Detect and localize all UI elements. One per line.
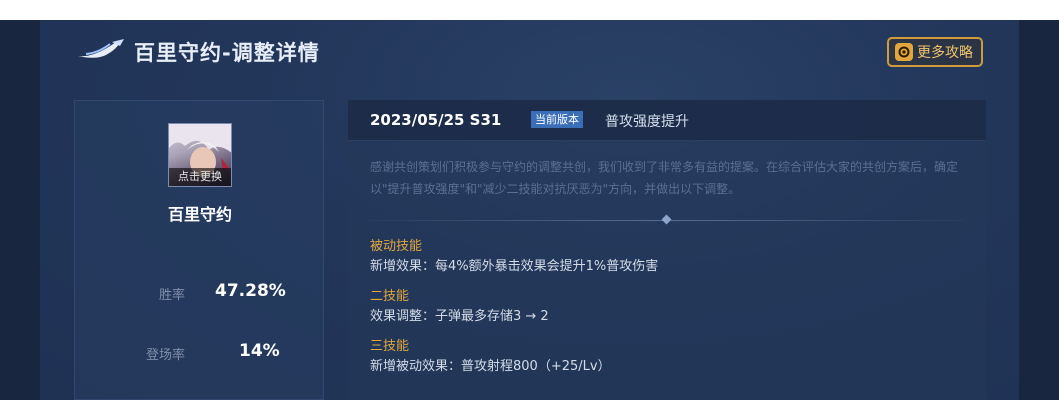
win-rate-value: 47.28%	[215, 281, 286, 301]
win-rate-label: 胜率	[159, 288, 186, 303]
version-header: 2023/05/25 S31 当前版本 普攻强度提升	[348, 100, 986, 141]
passive-skill-body: 新增效果：每4%额外暴击效果会提升1%普攻伤害	[370, 259, 659, 274]
hero-card: 点击更换 百里守约 胜率 47.28% 登场率 14%	[74, 100, 324, 400]
hero-avatar[interactable]: 点击更换	[168, 123, 232, 187]
version-date: 2023/05/25 S31	[370, 111, 502, 129]
hero-name: 百里守约	[167, 205, 232, 224]
change-summary-title: 普攻强度提升	[605, 114, 689, 130]
skill-3-body: 新增被动效果：普攻射程800（+25/Lv）	[370, 359, 611, 374]
section-divider	[370, 214, 964, 225]
skill-2-body: 效果调整：子弹最多存储3 → 2	[370, 309, 549, 324]
main-panel: 百里守约-调整详情 更多攻略 点击更换 百里守约 胜率 47.28% 登场率 1…	[40, 20, 1020, 400]
skill-2-title: 二技能	[370, 289, 410, 304]
more-strategy-button[interactable]: 更多攻略	[887, 37, 983, 67]
divider-diamond-icon	[661, 214, 672, 225]
more-strategy-label: 更多攻略	[917, 45, 973, 61]
pick-rate-value: 14%	[239, 341, 280, 361]
page-background: 百里守约-调整详情 更多攻略 点击更换 百里守约 胜率 47.28% 登场率 1…	[0, 20, 1059, 400]
page-title: 百里守约-调整详情	[134, 41, 320, 65]
adjustment-detail-card: 2023/05/25 S31 当前版本 普攻强度提升 感谢共创策划们积极参与守约…	[348, 100, 986, 400]
skill-3-title: 三技能	[370, 339, 410, 354]
current-version-badge: 当前版本	[531, 111, 583, 128]
logo-swoosh-icon	[78, 39, 124, 58]
strategy-icon	[895, 43, 913, 61]
change-description: 感谢共创策划们积极参与守约的调整共创，我们收到了非常多有益的提案。在综合评估大家…	[370, 160, 959, 196]
pick-rate-label: 登场率	[146, 348, 186, 363]
passive-skill-title: 被动技能	[370, 239, 423, 254]
change-avatar-label: 点击更换	[169, 168, 231, 186]
